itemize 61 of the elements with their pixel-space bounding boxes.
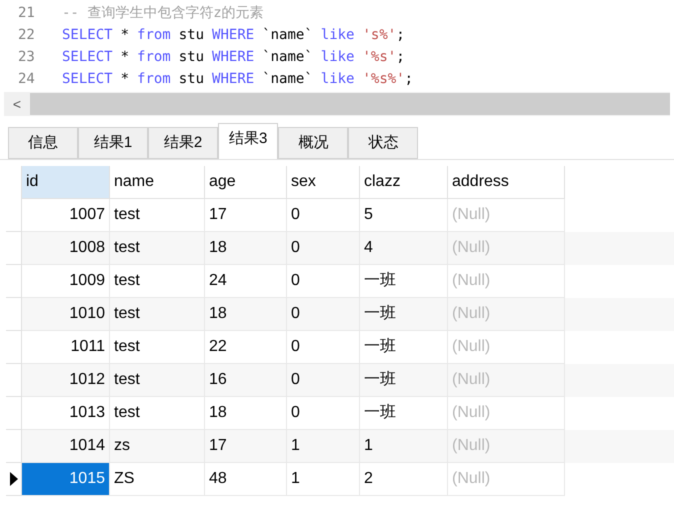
table-cell: 1 [287,463,360,496]
code-token: ; [404,70,414,88]
code-token: '%s%' [362,70,405,88]
line-number: 22 [17,26,36,44]
column-header[interactable]: address [448,166,565,199]
code-token: WHERE [212,26,254,44]
code-token: like [320,70,354,88]
table-cell: (Null) [448,463,565,496]
line-number: 21 [17,4,36,22]
code-token: * [120,70,130,88]
result-tab[interactable]: 信息 [8,127,78,159]
code-token: WHERE [212,48,254,66]
code-token: from [137,26,171,44]
row-marker[interactable] [6,364,22,397]
row-marker[interactable] [6,397,22,430]
code-token: WHERE [212,70,254,88]
code-token: 's%' [362,26,396,44]
column-header[interactable]: sex [287,166,360,199]
code-token: '%s' [362,48,396,66]
result-tab[interactable]: 结果3 [218,123,278,159]
code-token: from [137,48,171,66]
code-token: SELECT [62,48,113,66]
column-header[interactable]: name [110,166,205,199]
code-token: from [137,70,171,88]
code-token: ; [396,48,405,66]
result-tab[interactable]: 概况 [278,127,348,159]
row-marker[interactable] [6,298,22,331]
code-token: stu [178,70,204,88]
code-token: ; [396,26,405,44]
result-tab[interactable]: 结果1 [78,127,148,159]
code-token: * [120,48,130,66]
code-token: SELECT [62,26,113,44]
code-token: like [320,48,354,66]
row-marker[interactable] [6,463,22,496]
code-token: SELECT [62,70,113,88]
table-cell: ZS [110,463,205,496]
column-header[interactable]: id [22,166,110,199]
row-marker[interactable] [6,430,22,463]
result-tab[interactable]: 状态 [348,127,418,159]
table-cell: 48 [205,463,287,496]
row-marker[interactable] [6,331,22,364]
horizontal-scrollbar[interactable]: < [4,92,670,116]
line-number: 23 [17,48,36,66]
code-token: stu [178,26,204,44]
column-header[interactable]: age [205,166,287,199]
code-token: * [120,26,130,44]
column-header[interactable]: clazz [360,166,448,199]
table-cell: 2 [360,463,448,496]
current-row-icon [10,472,18,486]
code-token: `name` [262,48,313,66]
code-token: like [320,26,354,44]
code-token: stu [178,48,204,66]
table-cell: 1015 [22,463,110,496]
code-token: -- 查询学生中包含字符z的元素 [62,4,264,22]
line-number: 24 [17,70,36,88]
result-tab[interactable]: 结果2 [148,127,218,159]
scroll-left-button[interactable]: < [4,94,30,114]
row-marker[interactable] [6,232,22,265]
row-marker[interactable] [6,265,22,298]
code-token: `name` [262,70,313,88]
code-token: `name` [262,26,313,44]
